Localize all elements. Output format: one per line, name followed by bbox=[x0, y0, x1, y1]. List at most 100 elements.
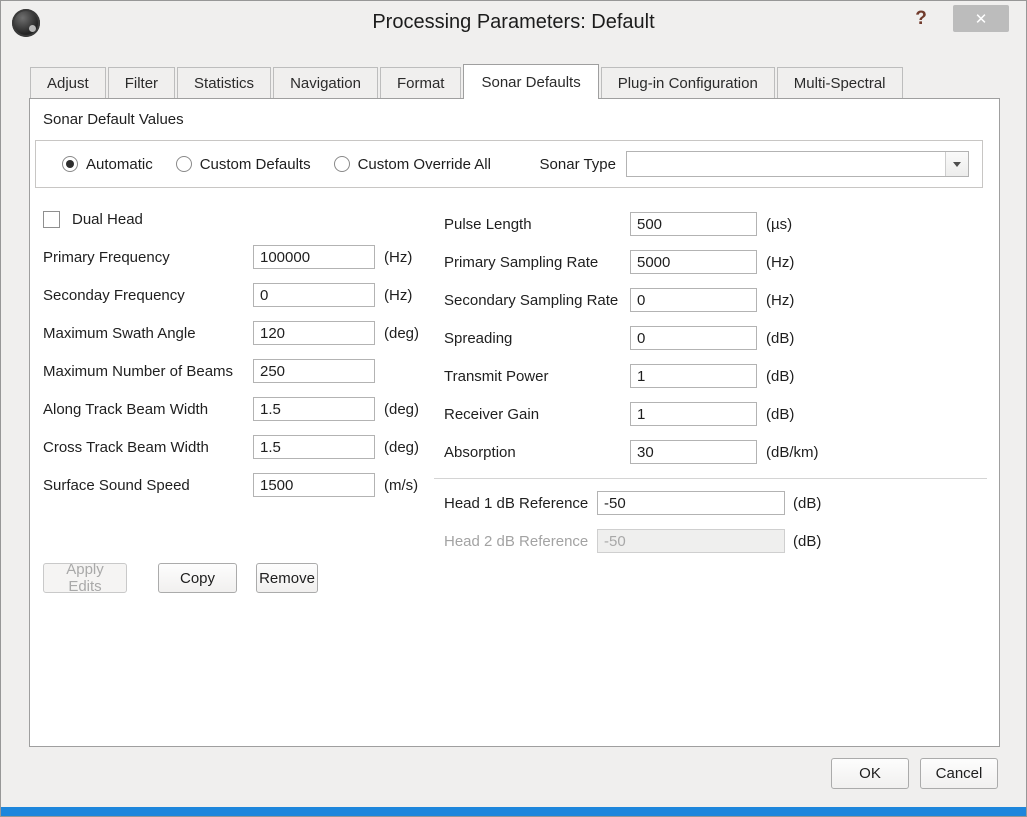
title-bar: Processing Parameters: Default ? ✕ bbox=[1, 1, 1026, 49]
radio-custom-defaults-label: Custom Defaults bbox=[200, 156, 311, 173]
field-label: Surface Sound Speed bbox=[43, 477, 253, 494]
cross-track-beam-width-input[interactable] bbox=[253, 435, 375, 459]
field-label: Maximum Swath Angle bbox=[43, 325, 253, 342]
field-label: Spreading bbox=[444, 330, 630, 347]
field-label: Cross Track Beam Width bbox=[43, 439, 253, 456]
field-label: Along Track Beam Width bbox=[43, 401, 253, 418]
spreading-input[interactable] bbox=[630, 326, 757, 350]
sonar-type-input[interactable] bbox=[627, 152, 945, 176]
field-row-secondary-sampling-rate: Secondary Sampling Rate (Hz) bbox=[444, 288, 987, 312]
ok-button[interactable]: OK bbox=[831, 758, 909, 789]
field-row-maximum-number-of-beams: Maximum Number of Beams bbox=[43, 359, 419, 383]
field-label: Secondary Sampling Rate bbox=[444, 292, 630, 309]
dual-head-checkbox[interactable] bbox=[43, 211, 60, 228]
tab-filter[interactable]: Filter bbox=[108, 67, 175, 98]
window-title: Processing Parameters: Default bbox=[1, 11, 1026, 34]
sonar-type-label: Sonar Type bbox=[540, 156, 616, 173]
field-unit: (Hz) bbox=[384, 287, 412, 304]
field-unit: (dB/km) bbox=[766, 444, 819, 461]
secondary-sampling-rate-input[interactable] bbox=[630, 288, 757, 312]
surface-sound-speed-input[interactable] bbox=[253, 473, 375, 497]
field-label: Head 2 dB Reference bbox=[444, 533, 597, 550]
sonar-type-dropdown-button[interactable] bbox=[945, 152, 968, 176]
field-unit: (dB) bbox=[766, 368, 794, 385]
field-row-secondary-frequency: Seconday Frequency (Hz) bbox=[43, 283, 419, 307]
close-icon: ✕ bbox=[975, 10, 988, 28]
field-unit: (dB) bbox=[793, 533, 821, 550]
field-row-pulse-length: Pulse Length (µs) bbox=[444, 212, 987, 236]
main-panel: Sonar Default Values Automatic Custom De… bbox=[29, 98, 1000, 747]
field-unit: (dB) bbox=[793, 495, 821, 512]
secondary-frequency-input[interactable] bbox=[253, 283, 375, 307]
tab-strip: Adjust Filter Statistics Navigation Form… bbox=[30, 63, 905, 98]
field-row-head1-db-reference: Head 1 dB Reference (dB) bbox=[444, 491, 987, 515]
field-label: Absorption bbox=[444, 444, 630, 461]
remove-button[interactable]: Remove bbox=[256, 563, 318, 593]
field-row-surface-sound-speed: Surface Sound Speed (m/s) bbox=[43, 473, 419, 497]
field-unit: (Hz) bbox=[766, 292, 794, 309]
radio-custom-override-all-label: Custom Override All bbox=[358, 156, 491, 173]
cancel-button[interactable]: Cancel bbox=[920, 758, 998, 789]
tab-plug-in-configuration[interactable]: Plug-in Configuration bbox=[601, 67, 775, 98]
along-track-beam-width-input[interactable] bbox=[253, 397, 375, 421]
sonar-type-combobox[interactable] bbox=[626, 151, 969, 177]
field-row-maximum-swath-angle: Maximum Swath Angle (deg) bbox=[43, 321, 419, 345]
dual-head-label: Dual Head bbox=[72, 211, 143, 228]
dual-head-row[interactable]: Dual Head bbox=[43, 209, 419, 229]
section-divider bbox=[434, 478, 987, 479]
field-row-along-track-beam-width: Along Track Beam Width (deg) bbox=[43, 397, 419, 421]
field-unit: (m/s) bbox=[384, 477, 418, 494]
field-row-transmit-power: Transmit Power (dB) bbox=[444, 364, 987, 388]
close-button[interactable]: ✕ bbox=[953, 5, 1009, 32]
tab-multi-spectral[interactable]: Multi-Spectral bbox=[777, 67, 903, 98]
field-unit: (dB) bbox=[766, 406, 794, 423]
radio-automatic-icon[interactable] bbox=[62, 156, 78, 172]
absorption-input[interactable] bbox=[630, 440, 757, 464]
field-unit: (deg) bbox=[384, 325, 419, 342]
primary-frequency-input[interactable] bbox=[253, 245, 375, 269]
field-unit: (dB) bbox=[766, 330, 794, 347]
copy-button[interactable]: Copy bbox=[158, 563, 237, 593]
field-label: Head 1 dB Reference bbox=[444, 495, 597, 512]
field-row-cross-track-beam-width: Cross Track Beam Width (deg) bbox=[43, 435, 419, 459]
field-label: Primary Sampling Rate bbox=[444, 254, 630, 271]
field-row-absorption: Absorption (dB/km) bbox=[444, 440, 987, 464]
accent-strip bbox=[1, 807, 1026, 816]
dialog-button-row: OK Cancel bbox=[831, 758, 998, 789]
receiver-gain-input[interactable] bbox=[630, 402, 757, 426]
section-title: Sonar Default Values bbox=[43, 111, 184, 128]
field-label: Seconday Frequency bbox=[43, 287, 253, 304]
radio-custom-defaults-icon[interactable] bbox=[176, 156, 192, 172]
left-field-column: Dual Head Primary Frequency (Hz) Seconda… bbox=[43, 209, 419, 511]
field-row-receiver-gain: Receiver Gain (dB) bbox=[444, 402, 987, 426]
radio-option-custom-override-all[interactable]: Custom Override All bbox=[334, 156, 491, 173]
radio-option-custom-defaults[interactable]: Custom Defaults bbox=[176, 156, 311, 173]
field-row-head2-db-reference: Head 2 dB Reference (dB) bbox=[444, 529, 987, 553]
field-row-primary-frequency: Primary Frequency (Hz) bbox=[43, 245, 419, 269]
chevron-down-icon bbox=[953, 162, 961, 167]
maximum-number-of-beams-input[interactable] bbox=[253, 359, 375, 383]
apply-edits-button: Apply Edits bbox=[43, 563, 127, 593]
field-unit: (deg) bbox=[384, 439, 419, 456]
field-label: Primary Frequency bbox=[43, 249, 253, 266]
maximum-swath-angle-input[interactable] bbox=[253, 321, 375, 345]
field-row-spreading: Spreading (dB) bbox=[444, 326, 987, 350]
help-button[interactable]: ? bbox=[910, 8, 932, 30]
field-row-primary-sampling-rate: Primary Sampling Rate (Hz) bbox=[444, 250, 987, 274]
tab-format[interactable]: Format bbox=[380, 67, 462, 98]
dialog-window: Processing Parameters: Default ? ✕ Sonar… bbox=[0, 0, 1027, 817]
radio-option-automatic[interactable]: Automatic bbox=[62, 156, 153, 173]
transmit-power-input[interactable] bbox=[630, 364, 757, 388]
tab-sonar-defaults[interactable]: Sonar Defaults bbox=[463, 64, 598, 99]
tab-adjust[interactable]: Adjust bbox=[30, 67, 106, 98]
primary-sampling-rate-input[interactable] bbox=[630, 250, 757, 274]
tab-navigation[interactable]: Navigation bbox=[273, 67, 378, 98]
tab-statistics[interactable]: Statistics bbox=[177, 67, 271, 98]
action-button-row: Apply Edits Copy Remove bbox=[43, 563, 318, 593]
field-unit: (Hz) bbox=[384, 249, 412, 266]
head1-db-reference-input[interactable] bbox=[597, 491, 785, 515]
radio-custom-override-all-icon[interactable] bbox=[334, 156, 350, 172]
pulse-length-input[interactable] bbox=[630, 212, 757, 236]
field-label: Receiver Gain bbox=[444, 406, 630, 423]
field-label: Pulse Length bbox=[444, 216, 630, 233]
